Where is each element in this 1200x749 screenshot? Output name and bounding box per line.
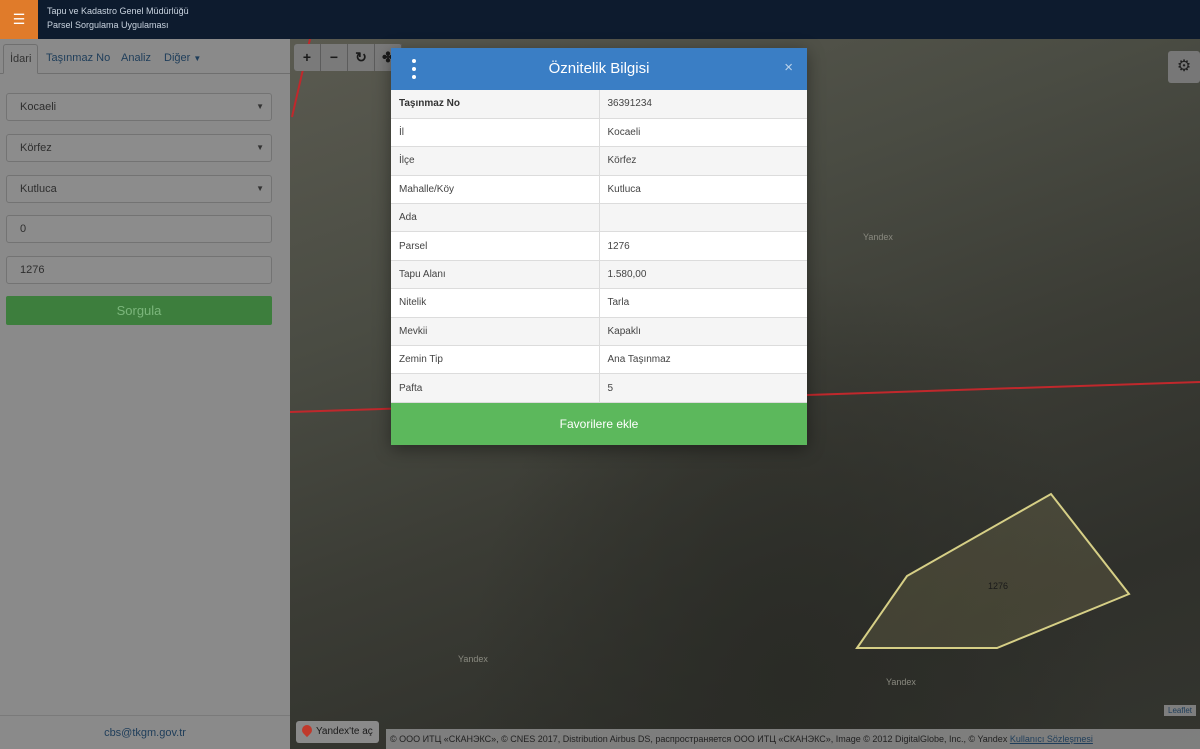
caret-down-icon: ▼ <box>256 143 264 152</box>
yandex-watermark: Yandex <box>886 677 916 687</box>
map-pin-icon <box>299 722 315 738</box>
yandex-watermark: Yandex <box>458 654 488 664</box>
attribute-modal: Öznitelik Bilgisi × Taşınmaz No 36391234 … <box>391 48 807 445</box>
mahalle-select-value: Kutluca <box>20 183 57 195</box>
gear-icon[interactable]: ⚙ <box>1168 51 1200 83</box>
sidebar-tabs: İdari Taşınmaz No Analiz Diğer ▼ <box>0 39 290 74</box>
copyright-text: © ООО ИТЦ «СКАНЭКС», © CNES 2017, Distri… <box>390 734 1008 744</box>
map-toolbar: + − ↻ ✤ <box>294 44 402 71</box>
attr-key: Nitelik <box>391 288 600 318</box>
parsel-input[interactable]: 1276 <box>6 256 272 284</box>
ilce-select-value: Körfez <box>20 142 52 154</box>
tab-idari[interactable]: İdari <box>3 44 39 74</box>
table-row: Mevkii Kapaklı <box>391 317 807 347</box>
attr-value: Tarla <box>599 288 807 318</box>
yandex-watermark: Yandex <box>863 232 893 242</box>
leaflet-attribution[interactable]: Leaflet <box>1164 705 1197 716</box>
table-row: Nitelik Tarla <box>391 288 807 318</box>
yandex-open-label: Yandex'te aç <box>316 726 373 737</box>
modal-header: Öznitelik Bilgisi × <box>391 48 807 90</box>
table-row: İl Kocaeli <box>391 118 807 148</box>
attr-value: Ana Taşınmaz <box>599 345 807 375</box>
attr-value: Kutluca <box>599 175 807 205</box>
attr-key: İl <box>391 118 600 148</box>
ada-input[interactable]: 0 <box>6 215 272 243</box>
il-select[interactable]: Kocaeli ▼ <box>6 93 272 121</box>
kebab-menu-icon[interactable] <box>411 59 417 79</box>
attr-value: 36391234 <box>599 90 807 119</box>
tab-analiz[interactable]: Analiz <box>115 44 157 74</box>
add-favorite-button[interactable]: Favorilere ekle <box>391 403 807 445</box>
refresh-icon[interactable]: ↻ <box>348 44 375 71</box>
query-button[interactable]: Sorgula <box>6 296 272 325</box>
caret-down-icon: ▼ <box>256 102 264 111</box>
attr-key: Taşınmaz No <box>391 90 600 119</box>
attr-value: 1.580,00 <box>599 260 807 290</box>
terms-link[interactable]: Kullanıcı Sözleşmesi <box>1010 734 1093 744</box>
attr-value <box>599 203 807 233</box>
brand-subtitle: Parsel Sorgulama Uygulaması <box>47 20 169 30</box>
attribute-table: Taşınmaz No 36391234 İl Kocaeli İlçe Körfez… <box>391 90 807 403</box>
tab-tasinmaz-no[interactable]: Taşınmaz No <box>40 44 116 74</box>
attr-value: Körfez <box>599 146 807 176</box>
brand-title: Tapu ve Kadastro Genel Müdürlüğü <box>47 6 189 16</box>
table-row: İlçe Körfez <box>391 146 807 176</box>
chevron-down-icon: ▼ <box>193 54 202 63</box>
map-copyright: © ООО ИТЦ «СКАНЭКС», © CNES 2017, Distri… <box>386 729 1200 749</box>
attr-key: Pafta <box>391 373 600 403</box>
table-row: Pafta 5 <box>391 373 807 403</box>
close-icon[interactable]: × <box>784 60 793 76</box>
attr-value: Kapaklı <box>599 317 807 347</box>
mahalle-select[interactable]: Kutluca ▼ <box>6 175 272 203</box>
table-row: Tapu Alanı 1.580,00 <box>391 260 807 290</box>
attr-key: Parsel <box>391 231 600 261</box>
parcel-polygon[interactable] <box>855 492 1131 649</box>
app-header: ☰ Tapu ve Kadastro Genel Müdürlüğü Parse… <box>0 0 1200 39</box>
yandex-open-button[interactable]: Yandex'te aç <box>296 721 379 743</box>
attr-key: Zemin Tip <box>391 345 600 375</box>
table-row: Ada <box>391 203 807 233</box>
attr-value: 5 <box>599 373 807 403</box>
attr-value: Kocaeli <box>599 118 807 148</box>
table-row: Zemin Tip Ana Taşınmaz <box>391 345 807 375</box>
tab-diger[interactable]: Diğer ▼ <box>158 44 207 74</box>
il-select-value: Kocaeli <box>20 101 57 113</box>
caret-down-icon: ▼ <box>256 184 264 193</box>
table-row: Mahalle/Köy Kutluca <box>391 175 807 205</box>
table-row: Taşınmaz No 36391234 <box>391 90 807 119</box>
zoom-out-button[interactable]: − <box>321 44 348 71</box>
app-brand: Tapu ve Kadastro Genel Müdürlüğü Parsel … <box>47 4 189 32</box>
modal-title: Öznitelik Bilgisi <box>548 60 650 77</box>
ilce-select[interactable]: Körfez ▼ <box>6 134 272 162</box>
zoom-in-button[interactable]: + <box>294 44 321 71</box>
table-row: Parsel 1276 <box>391 231 807 261</box>
attr-key: Tapu Alanı <box>391 260 600 290</box>
attr-key: Mevkii <box>391 317 600 347</box>
attr-value: 1276 <box>599 231 807 261</box>
hamburger-icon[interactable]: ☰ <box>0 0 38 39</box>
attr-key: Mahalle/Köy <box>391 175 600 205</box>
attr-key: Ada <box>391 203 600 233</box>
sidebar: İdari Taşınmaz No Analiz Diğer ▼ Kocaeli… <box>0 39 290 749</box>
contact-email[interactable]: cbs@tkgm.gov.tr <box>0 715 290 749</box>
tab-diger-label: Diğer <box>164 52 191 64</box>
attr-key: İlçe <box>391 146 600 176</box>
parcel-label: 1276 <box>988 581 1008 591</box>
